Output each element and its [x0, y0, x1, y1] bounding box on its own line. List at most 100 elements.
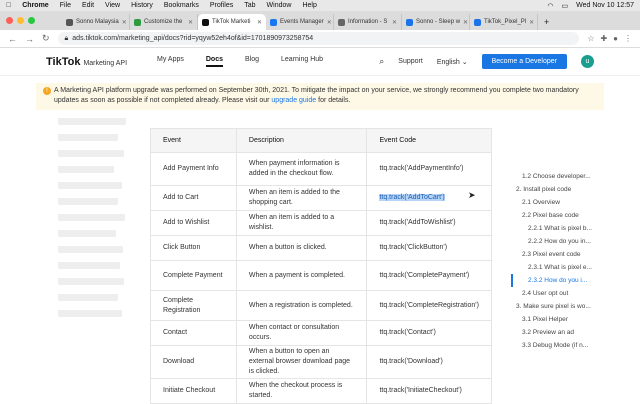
toc-item[interactable]: 3.3 Debug Mode (if n... — [514, 339, 640, 352]
minimize-window-icon[interactable] — [17, 17, 24, 24]
toc-item[interactable]: 2.3.1 What is pixel e... — [514, 261, 640, 274]
close-icon[interactable]: ✕ — [122, 19, 127, 26]
browser-tab[interactable]: Sonno - Sleep w ✕ — [402, 14, 470, 30]
close-icon[interactable]: ✕ — [463, 19, 468, 26]
search-icon[interactable]: ⌕ — [379, 56, 384, 67]
tab-favicon — [202, 18, 209, 26]
toc-item[interactable]: 3.1 Pixel Helper — [514, 313, 640, 326]
upgrade-guide-link[interactable]: upgrade guide — [271, 97, 316, 104]
clock[interactable]: Wed Nov 10 12:57 — [576, 2, 634, 9]
wifi-icon[interactable]: ◠ — [547, 2, 553, 10]
window-controls — [6, 17, 35, 24]
menu-view[interactable]: View — [105, 2, 120, 9]
tab-favicon — [474, 18, 481, 26]
event-code[interactable]: ttq.track('CompletePayment') — [366, 260, 492, 291]
nav-skeleton-line — [58, 198, 118, 205]
tab-title: Information - S — [348, 19, 388, 25]
toc-item[interactable]: 2.4 User opt out — [514, 287, 640, 300]
nav-my-apps[interactable]: My Apps — [157, 56, 184, 67]
close-window-icon[interactable] — [6, 17, 13, 24]
event-code[interactable]: ttq.track('Download') — [366, 345, 492, 379]
column-header: Event Code — [366, 128, 492, 153]
nav-skeleton-line — [58, 118, 126, 125]
back-icon[interactable]: ← — [8, 34, 17, 44]
browser-tab[interactable]: Sonno Malaysia ✕ — [62, 14, 130, 30]
menu-bookmarks[interactable]: Bookmarks — [164, 2, 199, 9]
event-code[interactable]: ttq.track('CompleteRegistration') — [366, 290, 492, 321]
tab-favicon — [134, 18, 141, 26]
nav-skeleton-line — [58, 230, 116, 237]
toc-item[interactable]: 3.2 Preview an ad — [514, 326, 640, 339]
nav-skeleton-line — [58, 182, 122, 189]
event-code[interactable]: ttq.track('AddPaymentInfo') — [366, 152, 492, 186]
toc-item[interactable]: 2. Install pixel code — [514, 183, 640, 196]
battery-icon[interactable]: ▭ — [562, 2, 569, 10]
menu-help[interactable]: Help — [302, 2, 316, 9]
browser-tab-active[interactable]: TikTok Marketi ✕ — [198, 14, 266, 30]
nav-docs[interactable]: Docs — [205, 56, 223, 67]
tab-title: TikTok_Pixel_Pl — [484, 19, 527, 25]
url-field[interactable]: 🔒︎ ads.tiktok.com/marketing_api/docs?rid… — [57, 32, 580, 45]
event-code[interactable]: ttq.track('AddToWishlist') — [366, 210, 492, 236]
toc-item[interactable]: 2.2.2 How do you in... — [514, 235, 640, 248]
extension-icon[interactable]: ✚ — [600, 34, 607, 43]
table-header-row: Event Description Event Code — [150, 128, 492, 153]
tab-favicon — [270, 18, 277, 26]
events-table: Event Description Event Code Add Payment… — [150, 128, 492, 404]
apple-icon[interactable]:  — [6, 2, 11, 9]
event-code[interactable]: ttq.track('Contact') — [366, 320, 492, 346]
menu-profiles[interactable]: Profiles — [210, 2, 233, 9]
event-name: Initiate Checkout — [150, 378, 237, 404]
menu-edit[interactable]: Edit — [82, 2, 94, 9]
reload-icon[interactable]: ↻ — [42, 33, 50, 44]
toc-item[interactable]: 2.2.1 What is pixel b... — [514, 222, 640, 235]
forward-icon[interactable]: → — [25, 34, 34, 44]
become-developer-button[interactable]: Become a Developer — [481, 54, 567, 69]
close-icon[interactable]: ✕ — [392, 19, 397, 26]
banner-text: A Marketing API platform upgrade was per… — [54, 87, 579, 104]
avatar[interactable]: u — [581, 55, 594, 68]
language-select[interactable]: English ⌄ — [437, 58, 468, 66]
menu-tab[interactable]: Tab — [244, 2, 255, 9]
lock-icon[interactable]: 🔒︎ — [65, 35, 69, 43]
close-icon[interactable]: ✕ — [257, 19, 262, 26]
event-name: Download — [150, 345, 237, 379]
event-code[interactable]: ttq.track('InitiateCheckout') — [366, 378, 492, 404]
close-icon[interactable]: ✕ — [188, 19, 193, 26]
chevron-down-icon: ⌄ — [461, 58, 468, 66]
toc-item[interactable]: 2.3 Pixel event code — [514, 248, 640, 261]
menu-file[interactable]: File — [60, 2, 71, 9]
profile-icon[interactable]: ● — [613, 34, 618, 43]
nav-learning-hub[interactable]: Learning Hub — [281, 56, 323, 67]
event-name: Add to Wishlist — [150, 210, 237, 236]
nav-skeleton-line — [58, 246, 123, 253]
support-link[interactable]: Support — [398, 58, 423, 65]
event-name: Complete Payment — [150, 260, 237, 291]
browser-tab[interactable]: Events Manager ✕ — [266, 14, 334, 30]
new-tab-icon[interactable]: + — [538, 17, 555, 30]
table-row: Add to Cart When an item is added to the … — [150, 185, 492, 211]
event-code[interactable]: ttq.track('ClickButton') — [366, 235, 492, 261]
menu-window[interactable]: Window — [267, 2, 292, 9]
star-icon[interactable]: ☆ — [587, 34, 594, 43]
more-icon[interactable]: ⋮ — [624, 34, 632, 43]
toc-item[interactable]: 3. Make sure pixel is wo... — [514, 300, 640, 313]
tiktok-logo[interactable]: TikTok Marketing API — [46, 56, 127, 68]
browser-tab[interactable]: TikTok_Pixel_Pl ✕ — [470, 14, 538, 30]
browser-tab[interactable]: Information - S ✕ — [334, 14, 402, 30]
toc-item-active[interactable]: 2.3.2 How do you i... — [514, 274, 640, 287]
selected-text[interactable]: ttq.track('AddToCart') — [379, 194, 445, 201]
tab-favicon — [338, 18, 345, 26]
site-header: TikTok Marketing API My Apps Docs Blog Le… — [0, 48, 640, 76]
toc-item[interactable]: 2.2 Pixel base code — [514, 209, 640, 222]
toc-item[interactable]: 2.1 Overview — [514, 196, 640, 209]
event-description: When contact or consultation occurs. — [235, 320, 368, 346]
menu-app-name[interactable]: Chrome — [22, 2, 48, 9]
close-icon[interactable]: ✕ — [327, 19, 332, 26]
menu-history[interactable]: History — [131, 2, 153, 9]
close-icon[interactable]: ✕ — [529, 19, 534, 26]
nav-blog[interactable]: Blog — [245, 56, 259, 67]
browser-tab[interactable]: Customize the ✕ — [130, 14, 198, 30]
maximize-window-icon[interactable] — [28, 17, 35, 24]
toc-item[interactable]: 1.2 Choose developer... — [514, 170, 640, 183]
